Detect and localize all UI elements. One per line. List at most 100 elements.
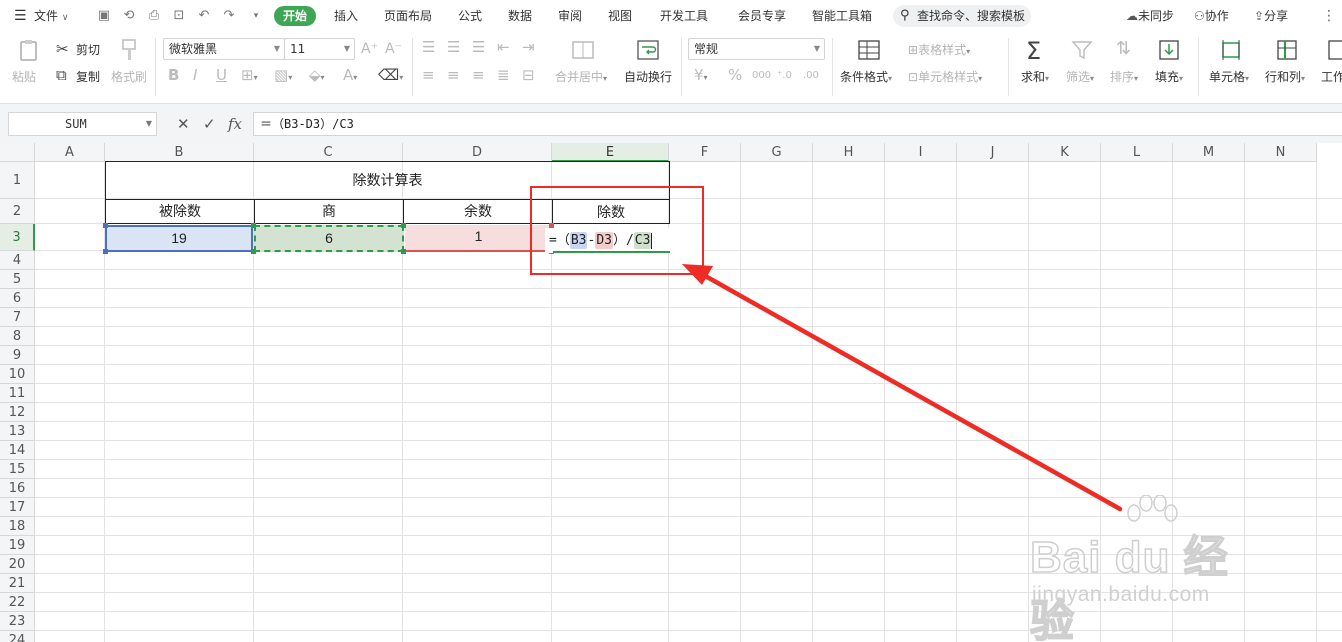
justify-icon[interactable]: ≣	[497, 66, 510, 84]
sort-icon[interactable]: ⇅	[1116, 40, 1131, 58]
column-header-b[interactable]: B	[105, 143, 254, 162]
tab-member[interactable]: 会员专享	[738, 0, 786, 32]
row-header-12[interactable]: 12	[0, 403, 35, 422]
format-painter-button[interactable]: 格式刷	[111, 68, 147, 85]
indent-decrease-icon[interactable]: ⇤	[497, 38, 510, 56]
wrap-text-button[interactable]: 自动换行	[624, 68, 672, 85]
align-middle-icon[interactable]: ☰	[447, 38, 460, 56]
tab-insert[interactable]: 插入	[334, 0, 358, 32]
clear-format-icon[interactable]: ⌫▾	[378, 66, 403, 87]
filter-icon[interactable]	[1070, 38, 1094, 62]
align-left-icon[interactable]: ≡	[422, 66, 435, 84]
hamburger-icon[interactable]: ☰	[14, 0, 27, 32]
print-preview-icon[interactable]: ⊡	[171, 8, 187, 24]
customize-dropdown-icon[interactable]: ▾	[248, 8, 264, 24]
undo-icon[interactable]: ↶	[196, 8, 212, 24]
row-header-9[interactable]: 9	[0, 346, 35, 365]
row-header-20[interactable]: 20	[0, 555, 35, 574]
wrap-text-icon[interactable]	[636, 38, 660, 62]
row-header-4[interactable]: 4	[0, 251, 35, 270]
bold-icon[interactable]: B	[168, 66, 179, 84]
row-header-14[interactable]: 14	[0, 441, 35, 460]
collaborate-button[interactable]: ⚇协作	[1194, 0, 1229, 32]
header-dividend[interactable]: 被除数	[106, 200, 254, 223]
file-menu[interactable]: 文件 ∨	[34, 0, 68, 32]
merge-center-button[interactable]: 合并居中▾	[555, 68, 607, 85]
cell-style-button[interactable]: ⊡单元格样式▾	[908, 68, 982, 85]
row-header-19[interactable]: 19	[0, 536, 35, 555]
row-header-10[interactable]: 10	[0, 365, 35, 384]
row-header-22[interactable]: 22	[0, 593, 35, 612]
paste-icon[interactable]	[17, 38, 41, 62]
paste-button[interactable]: 粘贴	[12, 68, 36, 85]
row-header-1[interactable]: 1	[0, 162, 35, 199]
insert-function-icon[interactable]: fx	[228, 116, 242, 132]
cut-button[interactable]: 剪切	[76, 41, 100, 58]
tab-developer[interactable]: 开发工具	[660, 0, 708, 32]
column-header-j[interactable]: J	[957, 143, 1029, 162]
column-header-f[interactable]: F	[669, 143, 741, 162]
thousands-icon[interactable]: 000	[752, 67, 771, 85]
tab-page-layout[interactable]: 页面布局	[384, 0, 432, 32]
cloud-sync-button[interactable]: ☁未同步	[1126, 0, 1174, 32]
conditional-format-icon[interactable]	[857, 38, 881, 62]
row-header-2[interactable]: 2	[0, 199, 35, 224]
copy-button[interactable]: 复制	[76, 68, 100, 85]
distributed-icon[interactable]: ⊟	[522, 66, 535, 84]
align-right-icon[interactable]: ≡	[472, 66, 485, 84]
font-size-combo[interactable]: 11 ▼	[284, 38, 355, 60]
row-header-3[interactable]: 3	[0, 224, 35, 251]
cell-e3-editor[interactable]: =（B3-D3）/C3	[545, 228, 703, 253]
formula-input[interactable]: ＝（B3-D3）/C3	[253, 112, 1342, 136]
fill-button[interactable]: 填充▾	[1155, 68, 1183, 85]
increase-font-icon[interactable]: A⁺	[361, 40, 378, 58]
column-header-l[interactable]: L	[1101, 143, 1173, 162]
column-header-h[interactable]: H	[813, 143, 885, 162]
increase-decimal-icon[interactable]: ⁺.0	[777, 67, 792, 85]
conditional-format-button[interactable]: 条件格式▾	[840, 68, 892, 85]
font-name-combo[interactable]: 微软雅黑 ▼	[163, 38, 285, 60]
cell-b3[interactable]: 19	[106, 227, 252, 250]
row-header-5[interactable]: 5	[0, 270, 35, 289]
confirm-icon[interactable]: ✓	[203, 116, 216, 132]
tab-view[interactable]: 视图	[608, 0, 632, 32]
border-icon[interactable]: ⊞▾	[241, 66, 258, 87]
number-format-combo[interactable]: 常规 ▼	[688, 38, 825, 60]
format-painter-icon[interactable]	[117, 38, 141, 62]
name-box[interactable]: SUM ▼	[8, 112, 157, 136]
merge-center-icon[interactable]	[571, 38, 595, 62]
align-bottom-icon[interactable]: ☰	[472, 38, 485, 56]
cell-c3[interactable]: 6	[256, 227, 402, 250]
column-header-m[interactable]: M	[1173, 143, 1245, 162]
row-header-8[interactable]: 8	[0, 327, 35, 346]
underline-icon[interactable]: U	[216, 66, 227, 84]
tab-data[interactable]: 数据	[508, 0, 532, 32]
cancel-icon[interactable]: ✕	[177, 116, 190, 132]
row-header-16[interactable]: 16	[0, 479, 35, 498]
fill-color-icon[interactable]: ⬙▾	[309, 66, 325, 87]
header-quotient[interactable]: 商	[255, 200, 403, 223]
print-icon[interactable]: ⎙	[146, 8, 162, 24]
share-button[interactable]: ⇪分享	[1254, 0, 1288, 32]
select-all-corner[interactable]	[0, 143, 35, 162]
align-top-icon[interactable]: ☰	[422, 38, 435, 56]
fill-down-icon[interactable]	[1157, 38, 1181, 62]
percent-icon[interactable]: %	[728, 66, 742, 84]
column-header-e[interactable]: E	[552, 143, 669, 162]
column-header-a[interactable]: A	[35, 143, 105, 162]
command-search[interactable]: ⚲ 查找命令、搜索模板	[893, 5, 1031, 27]
column-header-i[interactable]: I	[885, 143, 957, 162]
row-header-23[interactable]: 23	[0, 612, 35, 631]
row-header-6[interactable]: 6	[0, 289, 35, 308]
more-options-icon[interactable]: ⋮	[1322, 0, 1336, 32]
align-center-icon[interactable]: ≡	[447, 66, 460, 84]
table-style-button[interactable]: ⊞表格样式▾	[908, 41, 970, 58]
cell-icon[interactable]	[1219, 38, 1243, 62]
cell-d3[interactable]: 1	[405, 225, 552, 248]
column-header-c[interactable]: C	[254, 143, 403, 162]
tab-review[interactable]: 审阅	[558, 0, 582, 32]
sync-icon[interactable]: ⟲	[121, 8, 137, 24]
tab-home[interactable]: 开始	[274, 6, 317, 26]
header-remainder[interactable]: 余数	[404, 200, 552, 223]
worksheet-icon[interactable]	[1326, 38, 1342, 62]
